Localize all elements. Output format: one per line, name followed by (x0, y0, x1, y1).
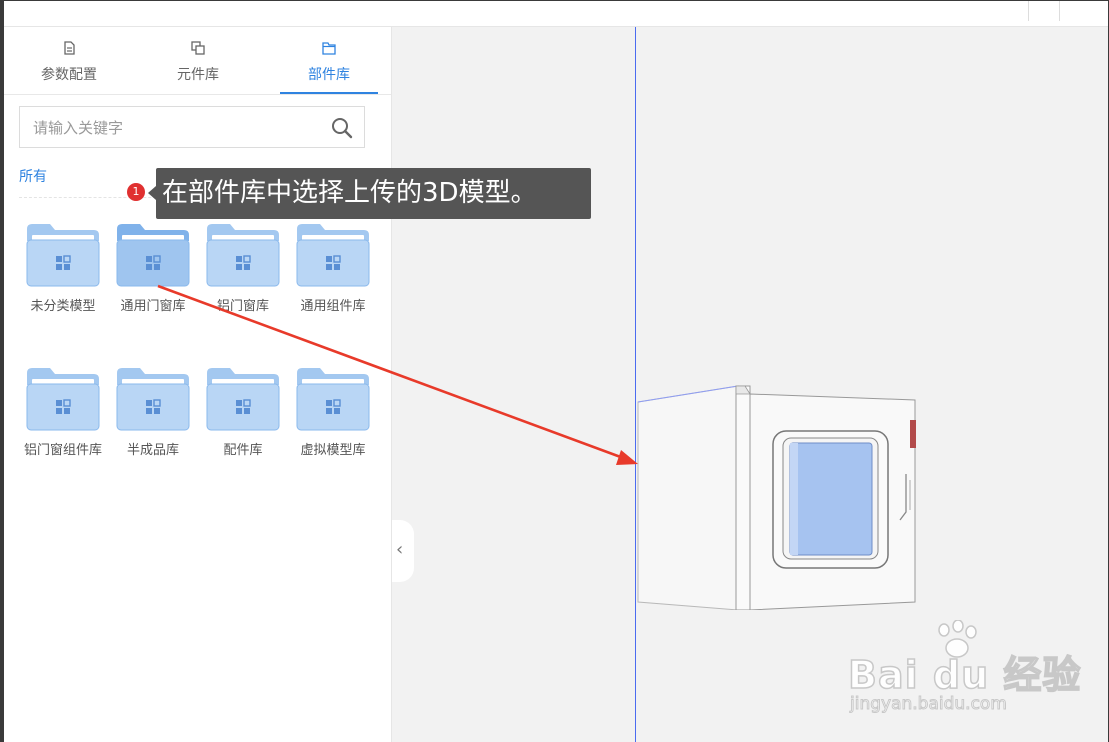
search-box (19, 106, 365, 149)
folder-icon (206, 224, 280, 287)
folder-icon (322, 42, 336, 55)
folder-icon (26, 368, 100, 431)
search-icon[interactable] (331, 117, 353, 139)
folder-label: 未分类模型 (30, 299, 96, 314)
folder-item[interactable]: 未分类模型 (18, 221, 108, 315)
folder-icon (296, 224, 370, 287)
library-tabs: 参数配置 元件库 部件库 (4, 27, 391, 95)
toolbar-divider (1028, 1, 1029, 21)
folder-item[interactable]: 铝门窗组件库 (18, 365, 108, 459)
tab-label: 元件库 (177, 67, 219, 83)
pointer-arrow (157, 284, 638, 465)
folder-icon (26, 224, 100, 287)
toolbar-divider (1059, 1, 1060, 21)
callout-pointer (148, 186, 156, 200)
active-tab-indicator (280, 92, 378, 94)
folder-label: 铝门窗组件库 (23, 443, 102, 458)
chevron-left-icon: ‹ (396, 539, 404, 560)
document-icon (64, 41, 75, 55)
search-input[interactable] (20, 107, 335, 149)
copy-icon (191, 41, 205, 55)
instruction-callout: 在部件库中选择上传的3D模型。 (156, 168, 591, 219)
top-toolbar (4, 1, 1108, 27)
step-number-badge: 1 (127, 183, 145, 201)
tab-parts-library[interactable]: 部件库 (280, 27, 378, 94)
tab-label: 部件库 (308, 67, 350, 83)
filter-all-link[interactable]: 所有 (19, 166, 47, 186)
cabinet-3d-model[interactable] (630, 380, 930, 610)
folder-icon (116, 224, 190, 287)
tab-component-library[interactable]: 元件库 (149, 27, 247, 94)
callout-text: 在部件库中选择上传的3D模型。 (162, 178, 537, 208)
collapse-sidebar-button[interactable]: ‹ (392, 520, 414, 582)
tab-label: 参数配置 (41, 67, 97, 83)
tab-parameter-config[interactable]: 参数配置 (20, 27, 118, 94)
